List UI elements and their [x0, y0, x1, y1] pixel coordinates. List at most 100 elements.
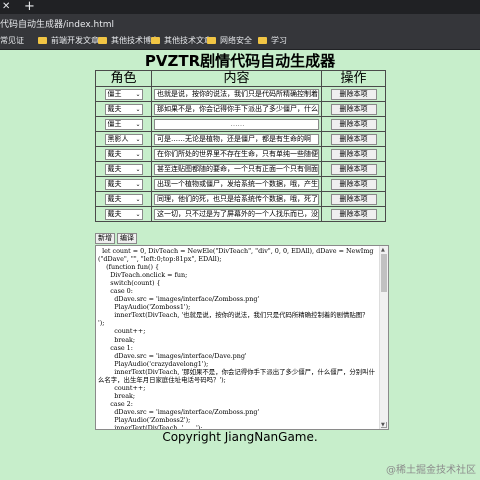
delete-row-button[interactable]: 删除本项 — [330, 89, 377, 100]
delete-row-button[interactable]: 删除本项 — [330, 194, 377, 205]
content-input[interactable]: 也就是说，按你的说法，我们只是代码所精确控制着的剧 — [154, 88, 319, 100]
role-select[interactable]: 戴夫 ⌄ — [104, 164, 143, 175]
folder-icon — [151, 37, 160, 44]
scrollbar-thumb[interactable] — [381, 254, 387, 292]
dialogue-table: 角色 内容 操作 僵王 ⌄ 也就是说，按你的说法，我们只是代码所精确控制着的剧 删除本… — [95, 70, 386, 222]
chevron-down-icon: ⌄ — [135, 211, 141, 218]
bookmark-item[interactable]: 网络安全 — [207, 35, 252, 46]
role-cell: 戴夫 ⌄ — [95, 146, 152, 162]
content-input[interactable]: 在你们所处的世界里不存在生命，只有单纯一些随便找人填 — [154, 148, 319, 160]
content-cell: 可是……无论是植物，还是僵尸，都是有生命的啊 — [151, 131, 322, 147]
role-select[interactable]: 黑影人 ⌄ — [104, 134, 143, 145]
role-select-value: 戴夫 — [107, 195, 122, 203]
bookmark-item[interactable]: 学习 — [258, 35, 287, 46]
watermark: @稀土掘金技术社区 — [386, 465, 476, 476]
table-row: 戴夫 ⌄ 出现一个植物或僵尸，发给系统一个数据，哦，产生了 删除本项 — [95, 176, 386, 192]
content-input[interactable]: 那如果不是，你会记得你手下派出了多少僵尸，什么僵尸， — [154, 103, 319, 115]
header-role: 角色 — [95, 70, 152, 87]
scroll-up-icon[interactable]: ▲ — [381, 247, 385, 253]
address-bar[interactable]: 代码自动生成器/index.html — [0, 14, 480, 32]
code-output-text[interactable]: let count = 0, DivTeach = NewEle("DivTea… — [96, 246, 388, 429]
role-select[interactable]: 戴夫 ⌄ — [104, 149, 143, 160]
content-cell: 甚至连贴图都随的要命，一个只有正面一个只有侧面，还有一 — [151, 161, 322, 177]
role-select[interactable]: 僵王 ⌄ — [104, 119, 143, 130]
chevron-down-icon: ⌄ — [135, 106, 141, 113]
delete-row-button[interactable]: 删除本项 — [330, 149, 377, 160]
content-input[interactable]: 可是……无论是植物，还是僵尸，都是有生命的啊 — [154, 133, 319, 145]
action-cell: 删除本项 — [321, 191, 386, 207]
delete-row-button[interactable]: 删除本项 — [330, 134, 377, 145]
role-select[interactable]: 僵王 ⌄ — [104, 89, 143, 100]
role-select[interactable]: 戴夫 ⌄ — [104, 179, 143, 190]
role-cell: 戴夫 ⌄ — [95, 101, 152, 117]
role-select[interactable]: 戴夫 ⌄ — [104, 194, 143, 205]
bookmark-item[interactable]: 前端开发文章 — [38, 35, 99, 46]
role-select-value: 戴夫 — [107, 210, 122, 218]
folder-icon — [258, 37, 267, 44]
delete-row-button[interactable]: 删除本项 — [330, 104, 377, 115]
content-input[interactable]: 甚至连贴图都随的要命，一个只有正面一个只有侧面，还有一 — [154, 163, 319, 175]
role-cell: 僵王 ⌄ — [95, 86, 152, 102]
folder-icon — [98, 37, 107, 44]
delete-row-button[interactable]: 删除本项 — [330, 164, 377, 175]
table-row: 僵王 ⌄ …… 删除本项 — [95, 116, 386, 132]
content-cell: 这一切，只不过是为了屏幕外的一个人找乐而已，没有任何 — [151, 206, 322, 222]
content-cell: 在你们所处的世界里不存在生命，只有单纯一些随便找人填 — [151, 146, 322, 162]
code-scrollbar[interactable]: ▲ ▼ — [379, 246, 388, 429]
action-cell: 删除本项 — [321, 131, 386, 147]
role-select[interactable]: 戴夫 ⌄ — [104, 209, 143, 220]
generate-button[interactable]: 编译 — [117, 233, 137, 244]
tab-close-icon[interactable]: ✕ — [2, 1, 10, 13]
new-tab-icon[interactable]: + — [24, 0, 35, 13]
chevron-down-icon: ⌄ — [135, 136, 141, 143]
content-cell: 同理，他们的死，也只是给系统传个数据，哦，死了，数据 — [151, 191, 322, 207]
role-select[interactable]: 戴夫 ⌄ — [104, 104, 143, 115]
action-cell: 删除本项 — [321, 176, 386, 192]
role-select-value: 戴夫 — [107, 105, 122, 113]
content-input[interactable]: 出现一个植物或僵尸，发给系统一个数据，哦，产生了 — [154, 178, 319, 190]
content-input[interactable]: 这一切，只不过是为了屏幕外的一个人找乐而已，没有任何 — [154, 208, 319, 220]
content-input[interactable]: …… — [154, 118, 319, 130]
table-row: 僵王 ⌄ 也就是说，按你的说法，我们只是代码所精确控制着的剧 删除本项 — [95, 86, 386, 102]
resize-grip-icon[interactable] — [381, 422, 387, 428]
role-select-value: 戴夫 — [107, 180, 122, 188]
chevron-down-icon: ⌄ — [135, 151, 141, 158]
table-row: 戴夫 ⌄ 那如果不是，你会记得你手下派出了多少僵尸，什么僵尸， 删除本项 — [95, 101, 386, 117]
chevron-down-icon: ⌄ — [135, 121, 141, 128]
content-cell: …… — [151, 116, 322, 132]
bookmark-item[interactable]: 其他技术博客 — [98, 35, 159, 46]
page-title: PVZTR剧情代码自动生成器 — [144, 52, 336, 70]
role-cell: 戴夫 ⌄ — [95, 206, 152, 222]
role-select-value: 黑影人 — [107, 135, 129, 143]
role-cell: 僵王 ⌄ — [95, 116, 152, 132]
delete-row-button[interactable]: 删除本项 — [330, 209, 377, 220]
chevron-down-icon: ⌄ — [135, 166, 141, 173]
header-content: 内容 — [151, 70, 322, 87]
chevron-down-icon: ⌄ — [135, 181, 141, 188]
code-output-textarea[interactable]: let count = 0, DivTeach = NewEle("DivTea… — [95, 245, 389, 430]
content-cell: 也就是说，按你的说法，我们只是代码所精确控制着的剧 — [151, 86, 322, 102]
table-row: 戴夫 ⌄ 在你们所处的世界里不存在生命，只有单纯一些随便找人填删除本项 — [95, 146, 386, 162]
folder-icon — [38, 37, 47, 44]
bookmark-item[interactable]: 常见证 — [0, 35, 24, 46]
table-row: 黑影人 ⌄ 可是……无论是植物，还是僵尸，都是有生命的啊 删除本项 — [95, 131, 386, 147]
content-input[interactable]: 同理，他们的死，也只是给系统传个数据，哦，死了，数据 — [154, 193, 319, 205]
role-cell: 戴夫 ⌄ — [95, 176, 152, 192]
role-cell: 黑影人 ⌄ — [95, 131, 152, 147]
role-select-value: 戴夫 — [107, 165, 122, 173]
role-cell: 戴夫 ⌄ — [95, 161, 152, 177]
content-cell: 出现一个植物或僵尸，发给系统一个数据，哦，产生了 — [151, 176, 322, 192]
action-cell: 删除本项 — [321, 206, 386, 222]
bookmark-item[interactable]: 其他技术文章 — [151, 35, 212, 46]
add-row-button[interactable]: 新增 — [95, 233, 115, 244]
folder-icon — [207, 37, 216, 44]
action-cell: 删除本项 — [321, 161, 386, 177]
delete-row-button[interactable]: 删除本项 — [330, 179, 377, 190]
header-action: 操作 — [321, 70, 386, 87]
role-select-value: 僵王 — [107, 120, 122, 128]
delete-row-button[interactable]: 删除本项 — [330, 119, 377, 130]
content-cell: 那如果不是，你会记得你手下派出了多少僵尸，什么僵尸， — [151, 101, 322, 117]
chevron-down-icon: ⌄ — [135, 196, 141, 203]
address-url[interactable]: 代码自动生成器/index.html — [0, 17, 114, 30]
action-cell: 删除本项 — [321, 116, 386, 132]
